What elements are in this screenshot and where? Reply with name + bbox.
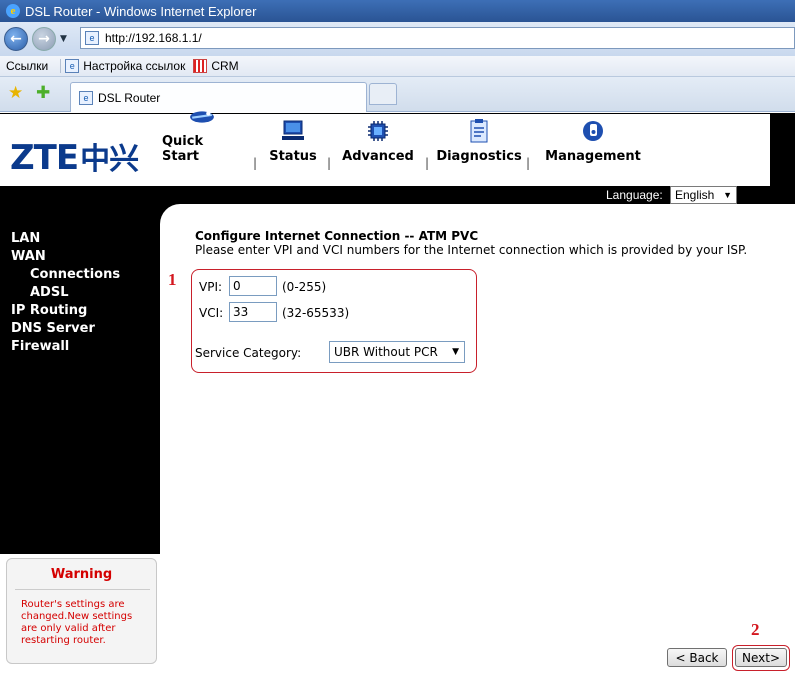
- menu-advanced[interactable]: Advanced: [340, 114, 416, 184]
- favorites-star-icon[interactable]: ★: [8, 83, 23, 103]
- add-favorite-icon[interactable]: ✚: [36, 83, 50, 103]
- status-icon: [279, 119, 307, 143]
- ie-logo-icon: e: [6, 4, 20, 18]
- header-side-panel: [770, 113, 795, 204]
- link-crm-icon: [193, 59, 208, 73]
- address-field[interactable]: e http://192.168.1.1/: [80, 27, 795, 49]
- service-category-select[interactable]: UBR Without PCR ▼: [329, 341, 465, 363]
- language-bar: Language: English ▼: [0, 186, 770, 204]
- vci-input[interactable]: [229, 302, 277, 322]
- address-text: http://192.168.1.1/: [105, 31, 202, 45]
- vci-label: VCI:: [199, 306, 224, 320]
- links-label[interactable]: Ссылки: [6, 59, 48, 73]
- tab-bar: ★ ✚ e DSL Router: [0, 77, 795, 112]
- tab-page-icon: e: [79, 90, 93, 105]
- links-bar: Ссылки e Настройка ссылок CRM: [0, 56, 795, 77]
- page-title: Configure Internet Connection -- ATM PVC: [195, 229, 479, 243]
- tab-title: DSL Router: [98, 90, 161, 105]
- menu-separator: |: [327, 156, 332, 170]
- link-customize[interactable]: Настройка ссылок: [83, 59, 185, 73]
- window-title: DSL Router - Windows Internet Explorer: [25, 3, 257, 19]
- sidebar-item-connections[interactable]: Connections: [30, 267, 120, 282]
- window-title-bar: e DSL Router - Windows Internet Explorer: [0, 0, 795, 22]
- language-select[interactable]: English ▼: [670, 186, 737, 204]
- advanced-icon: [364, 119, 392, 143]
- menu-separator: |: [526, 156, 531, 170]
- history-dropdown-icon[interactable]: ▼: [60, 34, 67, 44]
- back-nav-icon[interactable]: ←: [4, 27, 28, 51]
- content-top-edge: [160, 204, 770, 224]
- menu-management[interactable]: Management: [545, 114, 641, 184]
- menu-quick-start[interactable]: Quick Start: [162, 111, 242, 184]
- forward-nav-icon[interactable]: →: [32, 27, 56, 51]
- sidebar-item-wan[interactable]: WAN: [11, 249, 46, 264]
- language-label: Language:: [606, 188, 663, 202]
- router-header: ZTE中兴 Quick Start | Status | Advanced | …: [0, 111, 770, 186]
- sidebar-item-dns-server[interactable]: DNS Server: [11, 321, 95, 336]
- warning-divider: [15, 589, 150, 590]
- link-crm[interactable]: CRM: [211, 59, 238, 73]
- quick-start-icon: [188, 106, 216, 128]
- page-icon: e: [85, 31, 99, 45]
- tab-dsl-router[interactable]: e DSL Router: [70, 82, 367, 112]
- warning-panel: Warning Router's settings are changed.Ne…: [6, 558, 157, 664]
- sidebar-item-lan[interactable]: LAN: [11, 231, 40, 246]
- menu-separator: |: [253, 156, 258, 170]
- chevron-down-icon: ▼: [723, 190, 732, 200]
- vpi-range: (0-255): [282, 280, 327, 294]
- annotation-marker-2: 2: [751, 620, 760, 639]
- vpi-input[interactable]: [229, 276, 277, 296]
- diagnostics-icon: [465, 119, 493, 143]
- annotation-marker-1: 1: [168, 270, 177, 289]
- zte-logo: ZTE中兴: [10, 138, 139, 178]
- vpi-label: VPI:: [199, 280, 223, 294]
- vci-range: (32-65533): [282, 306, 350, 320]
- menu-diagnostics[interactable]: Diagnostics: [436, 114, 522, 184]
- back-button[interactable]: < Back: [667, 648, 727, 667]
- page-description: Please enter VPI and VCI numbers for the…: [195, 243, 748, 257]
- link-page-icon: e: [65, 59, 80, 73]
- management-icon: [579, 119, 607, 143]
- menu-status[interactable]: Status: [266, 114, 320, 184]
- menu-separator: |: [425, 156, 430, 170]
- address-toolbar: ← → ▼ e http://192.168.1.1/: [0, 22, 795, 56]
- sidebar-item-adsl[interactable]: ADSL: [30, 285, 69, 300]
- service-category-label: Service Category:: [195, 346, 302, 360]
- sidebar-item-ip-routing[interactable]: IP Routing: [11, 303, 87, 318]
- chevron-down-icon: ▼: [452, 347, 459, 357]
- warning-title: Warning: [50, 567, 113, 582]
- links-separator: [60, 59, 62, 73]
- new-tab-button[interactable]: [369, 83, 397, 105]
- warning-message: Router's settings are changed.New settin…: [21, 599, 133, 646]
- sidebar-item-firewall[interactable]: Firewall: [11, 339, 69, 354]
- next-button[interactable]: Next>: [735, 648, 787, 667]
